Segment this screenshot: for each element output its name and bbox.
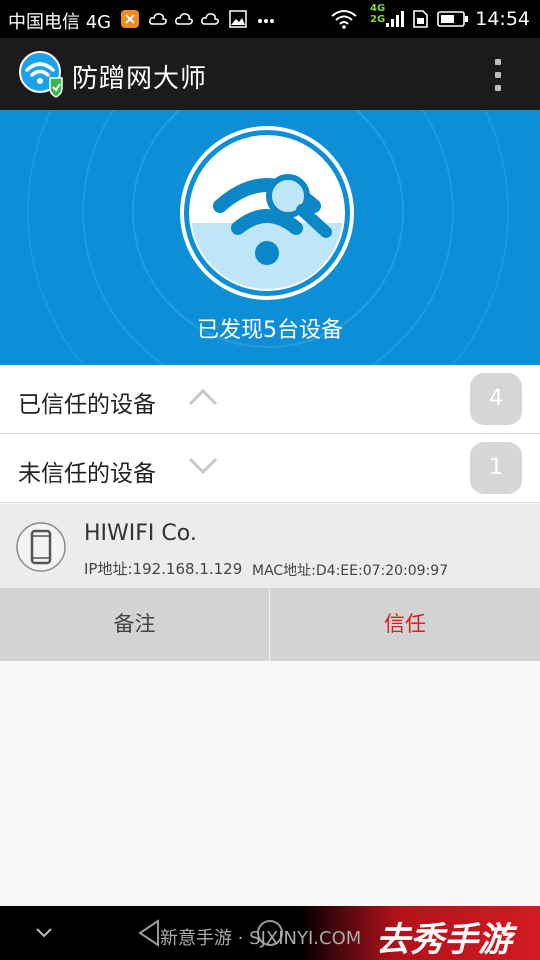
chevron-up-icon <box>188 388 218 406</box>
more-vertical-icon-dot <box>495 72 501 78</box>
watermark-right-text: 去秀手游 <box>376 920 512 960</box>
cloud-icon <box>201 13 219 25</box>
discovered-devices-text: 已发现5台设备 <box>197 318 343 343</box>
watermark-left-text: 新意手游 · SJXINYI.COM <box>160 928 362 949</box>
trusted-count-badge: 4 <box>470 373 522 425</box>
image-icon <box>229 10 247 28</box>
device-name: HIWIFI Co. <box>84 521 197 546</box>
more-notifications-icon <box>258 19 274 23</box>
untrusted-group-label: 未信任的设备 <box>18 461 156 487</box>
trusted-devices-group[interactable]: 已信任的设备 4 <box>0 365 540 434</box>
wifi-signal-icon <box>331 10 357 29</box>
more-vertical-icon <box>495 59 501 65</box>
more-vertical-icon-dot <box>495 85 501 91</box>
wifi-shield-icon <box>19 51 63 98</box>
trust-button[interactable]: 信任 <box>270 588 540 661</box>
back-icon[interactable] <box>136 918 162 948</box>
wifi-search-icon <box>180 126 354 300</box>
battery-icon <box>437 11 468 27</box>
untrusted-count-badge: 1 <box>470 442 522 494</box>
untrusted-devices-group[interactable]: 未信任的设备 1 <box>0 434 540 503</box>
network-label-2g: 2G <box>370 14 386 25</box>
cell-signal-icon <box>386 11 404 27</box>
app-title: 防蹭网大师 <box>72 64 208 94</box>
device-mac: MAC地址:D4:EE:07:20:09:97 <box>252 563 449 579</box>
network-label-4g: 4G <box>370 3 386 14</box>
scan-hero: 已发现5台设备 <box>0 110 540 365</box>
overflow-menu-button[interactable] <box>480 56 516 94</box>
carrier-label: 中国电信 4G <box>8 12 112 33</box>
navigation-bar: 新意手游 · SJXINYI.COM 去秀手游 <box>0 906 540 960</box>
device-ip: IP地址:192.168.1.129 <box>84 560 243 578</box>
clock: 14:54 <box>475 8 530 30</box>
sim-card-icon <box>413 10 428 28</box>
note-button[interactable]: 备注 <box>0 588 269 661</box>
device-list-item[interactable]: HIWIFI Co. IP地址:192.168.1.129 MAC地址:D4:E… <box>0 504 540 588</box>
network-type-labels: 4G 2G <box>370 3 385 25</box>
cloud-icon <box>149 13 167 25</box>
chevron-down-icon <box>188 457 218 475</box>
notification-app-icon <box>121 10 139 28</box>
cloud-icon <box>175 13 193 25</box>
status-bar: 中国电信 4G 4G 2G 14:54 <box>0 0 540 38</box>
app-bar: 防蹭网大师 <box>0 38 540 110</box>
trusted-group-label: 已信任的设备 <box>18 392 156 418</box>
chevron-down-icon[interactable] <box>34 926 54 940</box>
smartphone-icon <box>16 522 66 572</box>
